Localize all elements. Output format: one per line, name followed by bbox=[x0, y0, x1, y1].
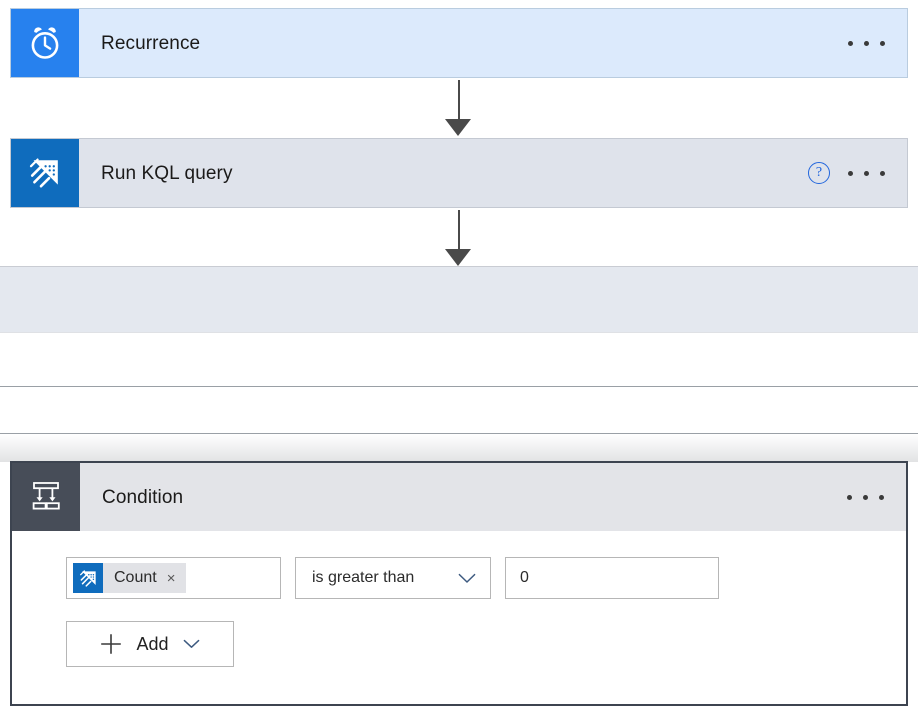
chevron-down-icon bbox=[183, 639, 200, 649]
card-body: Recurrence bbox=[79, 9, 907, 77]
card-title: Condition bbox=[102, 488, 183, 507]
card-title: Run KQL query bbox=[101, 164, 233, 183]
more-commands-icon[interactable] bbox=[848, 41, 885, 46]
more-commands-icon[interactable] bbox=[847, 495, 884, 500]
condition-right-operand-value: 0 bbox=[520, 569, 529, 587]
condition-operator-select[interactable]: is greater than bbox=[295, 557, 491, 599]
dynamic-content-token[interactable]: Count × bbox=[73, 563, 186, 593]
condition-right-operand-field[interactable]: 0 bbox=[505, 557, 719, 599]
condition-card[interactable]: Condition bbox=[10, 461, 908, 706]
card-actions bbox=[848, 9, 907, 77]
condition-left-operand-field[interactable]: Count × bbox=[66, 557, 281, 599]
divider-line bbox=[0, 433, 918, 434]
plus-icon bbox=[100, 633, 122, 655]
designer-canvas: Recurrence bbox=[0, 0, 918, 717]
alarm-clock-icon bbox=[11, 9, 79, 77]
condition-operator-value: is greater than bbox=[312, 569, 414, 587]
more-commands-icon[interactable] bbox=[848, 171, 885, 176]
close-icon[interactable]: × bbox=[167, 571, 183, 586]
connector-arrow bbox=[445, 80, 473, 136]
help-icon[interactable]: ? bbox=[808, 162, 830, 184]
flow-step-card-run-kql-query[interactable]: Run KQL query ? bbox=[10, 138, 908, 208]
add-condition-button[interactable]: Add bbox=[66, 621, 234, 667]
condition-row: Count × is greater than 0 bbox=[66, 557, 906, 599]
kusto-query-icon bbox=[11, 139, 79, 207]
chevron-down-icon bbox=[458, 573, 476, 584]
card-title: Recurrence bbox=[101, 34, 200, 53]
condition-card-body: Count × is greater than 0 bbox=[12, 531, 906, 704]
add-condition-label: Add bbox=[136, 634, 168, 655]
divider-line bbox=[0, 386, 918, 387]
kusto-query-icon bbox=[73, 563, 103, 593]
card-actions bbox=[847, 463, 906, 531]
condition-branch-icon bbox=[12, 463, 80, 531]
flow-step-card-partial[interactable] bbox=[0, 266, 918, 333]
card-body: Condition bbox=[80, 463, 906, 531]
condition-card-header[interactable]: Condition bbox=[12, 463, 906, 531]
flow-step-card-recurrence[interactable]: Recurrence bbox=[10, 8, 908, 78]
card-shadow bbox=[0, 434, 918, 462]
card-body: Run KQL query ? bbox=[79, 139, 907, 207]
token-label: Count bbox=[103, 570, 167, 586]
connector-arrow bbox=[445, 210, 473, 266]
card-actions: ? bbox=[808, 139, 907, 207]
